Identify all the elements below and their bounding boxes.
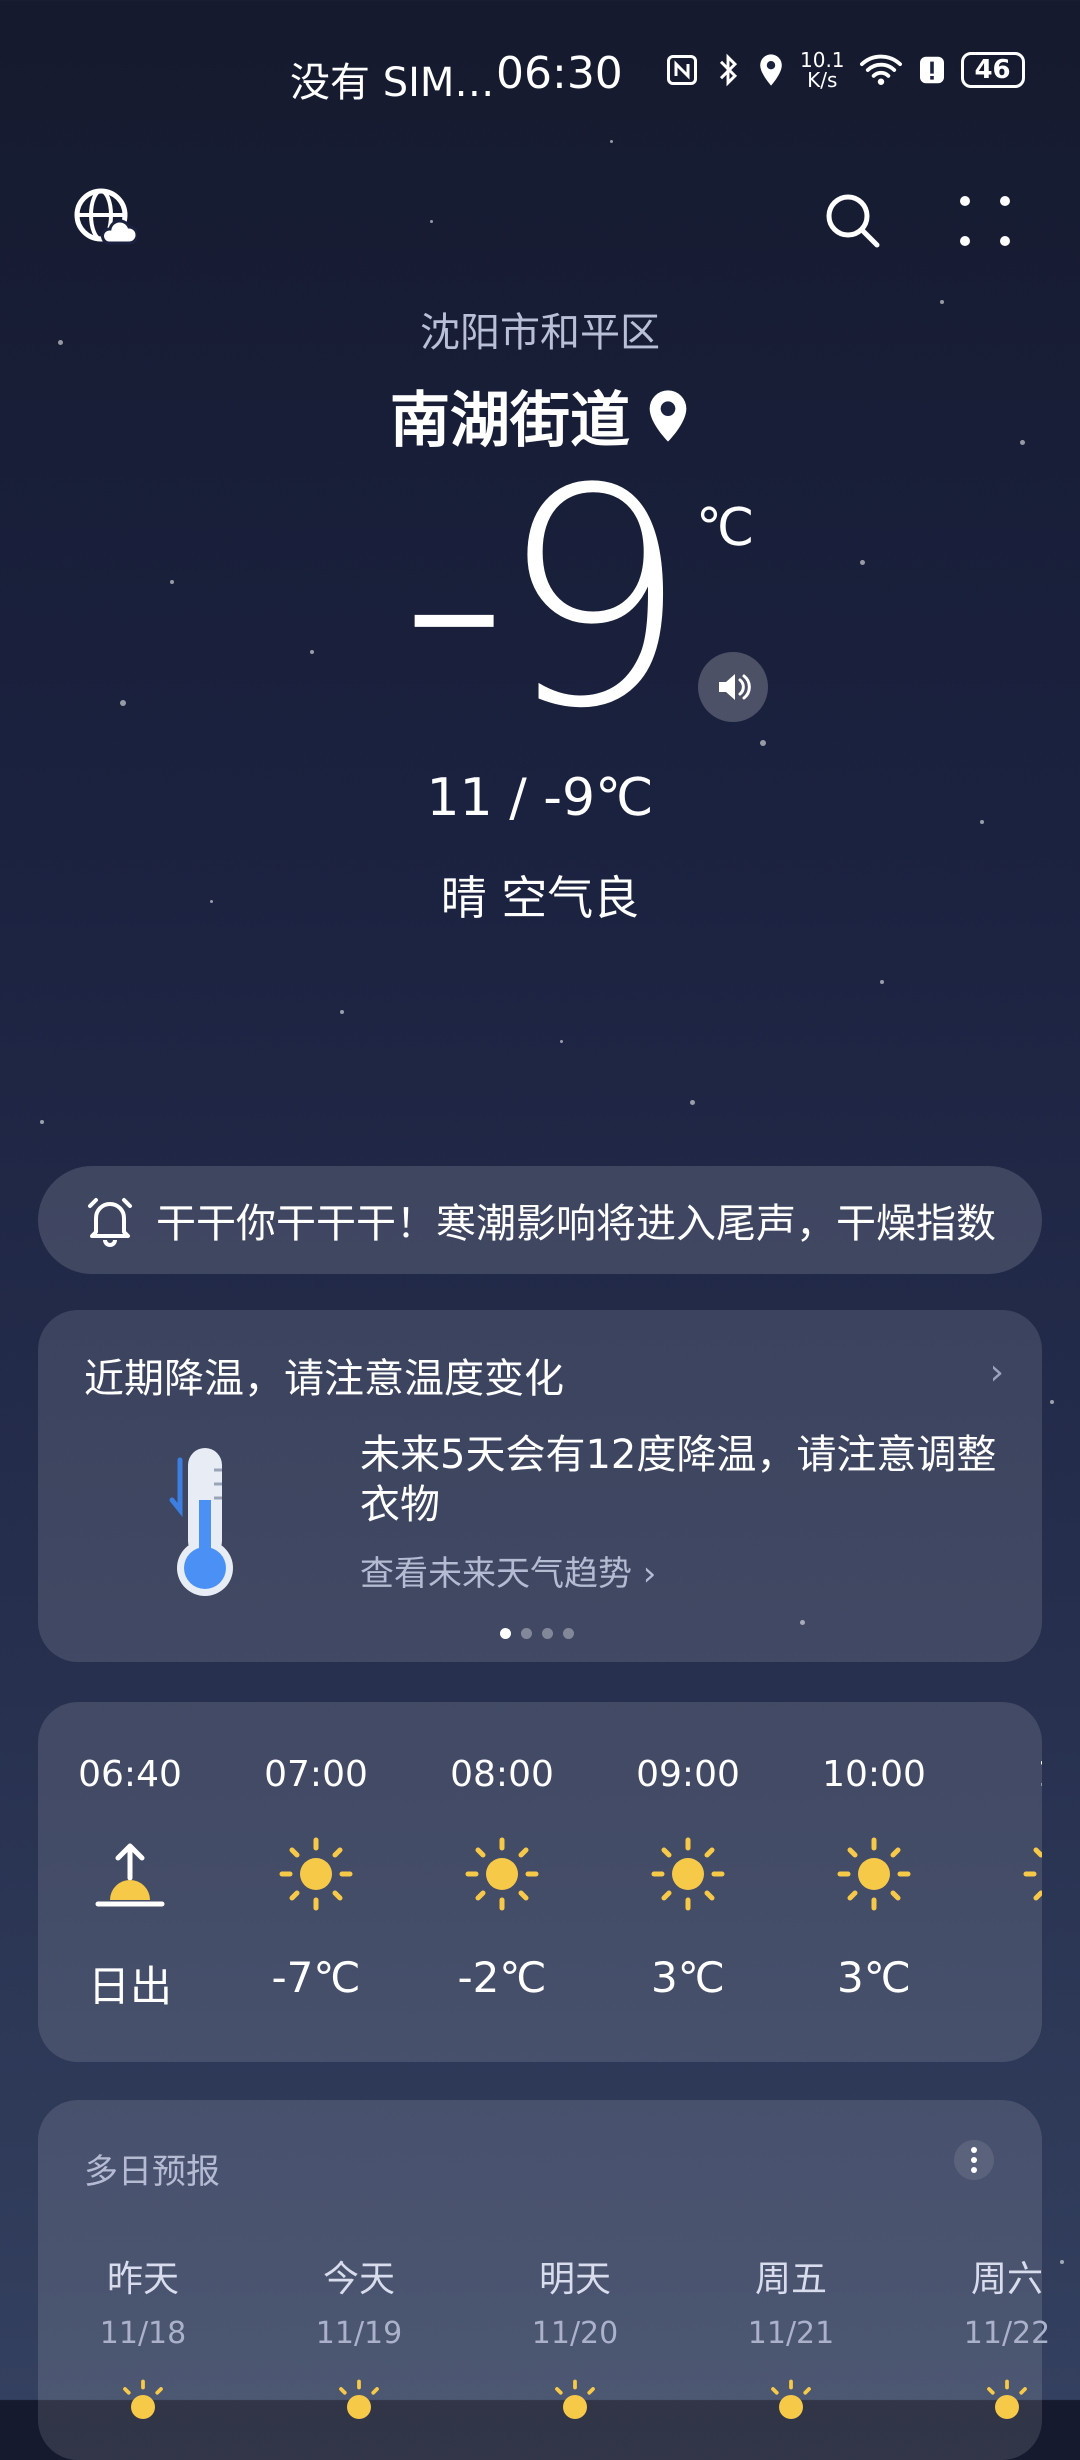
carousel-dot: [542, 1628, 553, 1639]
bell-icon: [88, 1198, 132, 1247]
carousel-dots: [500, 1628, 574, 1639]
hourly-item: 06:40 日出: [78, 1754, 182, 2011]
wifi-icon: [859, 54, 902, 85]
sun-icon: [987, 2379, 1027, 2419]
network-speed: 10.1 K/s: [800, 48, 845, 92]
battery-indicator: 46: [960, 52, 1025, 88]
clock: 06:30: [496, 48, 623, 99]
daily-forecast-title: 多日预报: [84, 2152, 220, 2192]
speaker-icon: [719, 674, 751, 700]
vertical-dots-icon: [971, 2147, 977, 2173]
alert-status-icon: [919, 56, 944, 84]
more-dots-icon: [960, 196, 1010, 246]
daily-forecast-card[interactable]: 多日预报 昨天 11/18 今天 11/19 明天 11/20 周五 11/21…: [38, 2100, 1050, 2460]
hourly-item: 11 7: [980, 1754, 1042, 2002]
search-button[interactable]: [818, 186, 888, 256]
daily-item[interactable]: 周五 11/21: [716, 2250, 866, 2437]
sun-icon: [651, 1837, 725, 1911]
hourly-item: 07:00 -7℃: [264, 1754, 368, 2002]
sun-icon: [123, 2379, 163, 2419]
more-options-button[interactable]: [950, 186, 1020, 256]
sun-icon: [279, 1837, 353, 1911]
notice-text: 干干你干干干！寒潮影响将进入尾声，干燥指数: [156, 1201, 996, 1247]
hourly-forecast-card[interactable]: 06:40 日出 07:00 -7℃ 08:00 -2℃ 09:00 3℃ 10…: [38, 1702, 1042, 2062]
thermometer-icon: [169, 1448, 233, 1596]
daily-item[interactable]: 今天 11/19: [284, 2250, 434, 2437]
daily-options-button[interactable]: [954, 2140, 994, 2180]
carousel-dot: [521, 1628, 532, 1639]
globe-cloud-icon: [74, 188, 137, 245]
forecast-trend-link[interactable]: 查看未来天气趋势 ›: [360, 1546, 656, 1595]
daily-item[interactable]: 周六 11/22: [932, 2250, 1080, 2437]
sun-icon: [555, 2379, 595, 2419]
weather-condition: 晴 空气良: [440, 871, 640, 925]
daily-item[interactable]: 明天 11/20: [500, 2250, 650, 2437]
daily-item[interactable]: 昨天 11/18: [68, 2250, 218, 2437]
search-icon: [826, 194, 880, 248]
carousel-dot: [500, 1628, 511, 1639]
hourly-item: 08:00 -2℃: [450, 1754, 554, 2002]
voice-broadcast-button[interactable]: [698, 652, 768, 722]
bluetooth-icon: [719, 53, 738, 87]
current-temperature: -9: [400, 425, 689, 774]
sun-icon: [837, 1837, 911, 1911]
location-status-icon: [760, 54, 782, 86]
sunrise-icon: [95, 1843, 165, 1907]
nfc-icon: [667, 55, 697, 85]
hourly-item: 10:00 3℃: [822, 1754, 926, 2002]
city-manager-button[interactable]: [72, 186, 138, 252]
alert-title: 近期降温，请注意温度变化: [84, 1356, 564, 1402]
carousel-dot: [563, 1628, 574, 1639]
chevron-right-icon: ›: [989, 1352, 1004, 1393]
carrier-text: 没有 SIM…: [290, 60, 495, 106]
district-label: 沈阳市和平区: [420, 310, 660, 356]
temperature-unit: ℃: [696, 498, 755, 558]
alert-body-text: 未来5天会有12度降温，请注意调整衣物: [360, 1432, 997, 1528]
sun-icon: [465, 1837, 539, 1911]
sun-icon: [339, 2379, 379, 2419]
sun-icon: [1023, 1847, 1042, 1901]
temperature-alert-card[interactable]: 近期降温，请注意温度变化 › 未来5天会有12度降温，请注意调整衣物 查看未来天…: [38, 1310, 1042, 1662]
temperature-range: 11 / -9℃: [426, 768, 654, 828]
status-bar: 没有 SIM… 06:30 10.1 K/s 46: [0, 48, 1080, 110]
sun-icon: [771, 2379, 811, 2419]
hourly-item: 09:00 3℃: [636, 1754, 740, 2002]
weather-notice-banner[interactable]: 干干你干干干！寒潮影响将进入尾声，干燥指数: [38, 1166, 1042, 1274]
